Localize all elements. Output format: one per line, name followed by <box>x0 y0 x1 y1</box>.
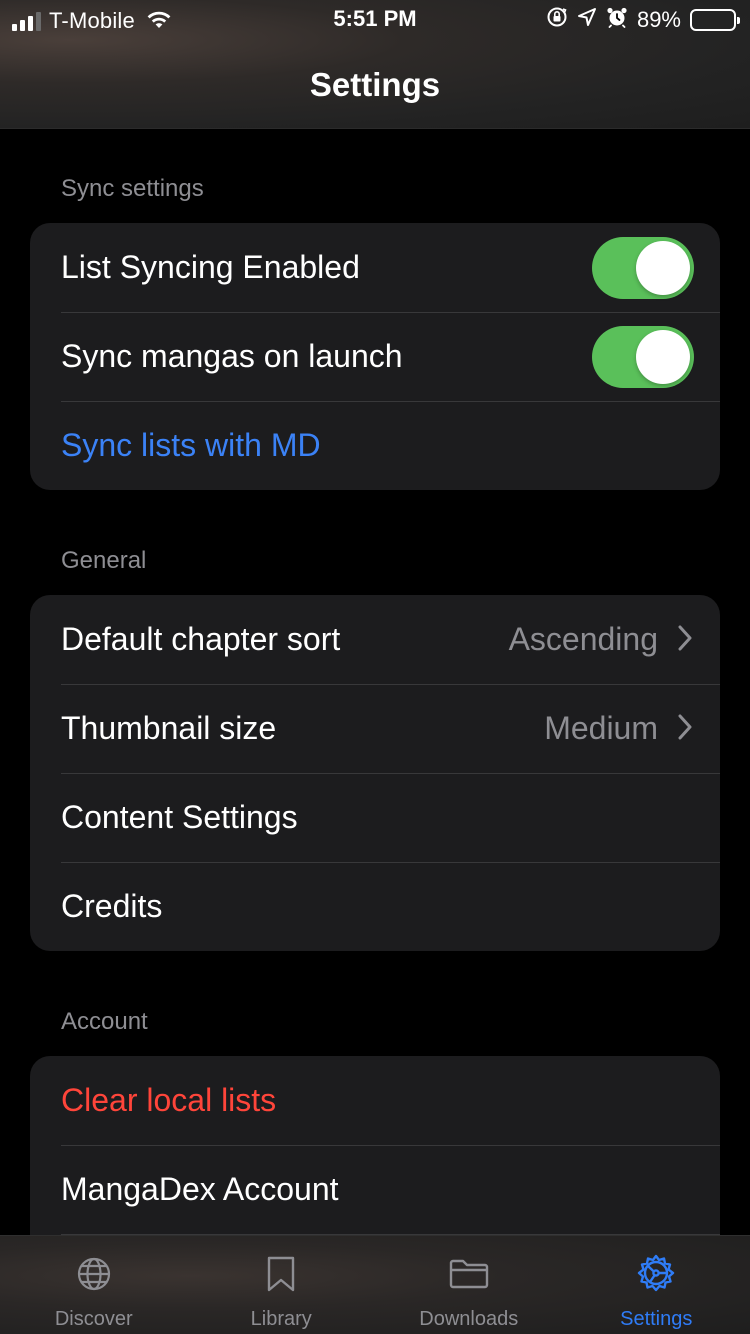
chevron-right-icon <box>678 625 692 656</box>
tab-discover-label: Discover <box>54 1308 133 1330</box>
mangadex-account-row[interactable]: MangaDex Account <box>30 1145 720 1234</box>
tab-downloads-label: Downloads <box>419 1308 519 1330</box>
tab-library-label: Library <box>250 1308 312 1330</box>
screen: T-Mobile 5:51 PM 89% Settings Sync setti… <box>0 0 750 1334</box>
orientation-lock-icon <box>546 6 568 33</box>
sync-on-launch-label: Sync mangas on launch <box>61 338 403 374</box>
section-header-account: Account <box>61 1008 148 1035</box>
location-arrow-icon <box>577 7 597 32</box>
clear-local-lists-label: Clear local lists <box>61 1082 277 1118</box>
status-bar: T-Mobile 5:51 PM 89% <box>0 0 750 40</box>
sync-lists-button[interactable]: Sync lists with MD <box>30 401 720 490</box>
list-syncing-toggle[interactable] <box>592 237 694 299</box>
battery-icon <box>690 8 740 31</box>
content-settings-label: Content Settings <box>61 799 298 835</box>
battery-percentage: 89% <box>636 6 681 32</box>
bookmark-icon <box>266 1254 296 1294</box>
list-syncing-label: List Syncing Enabled <box>61 249 360 285</box>
tab-bar: Discover Library Downloads Settings <box>0 1235 750 1334</box>
status-bar-right: 89% <box>546 6 740 33</box>
sync-settings-group: List Syncing Enabled Sync mangas on laun… <box>30 223 720 490</box>
section-header-sync: Sync settings <box>61 175 204 202</box>
folder-icon <box>448 1254 490 1294</box>
toggle-knob <box>636 241 690 295</box>
settings-list[interactable]: Sync settings List Syncing Enabled Sync … <box>0 129 750 1235</box>
settings-gear-icon <box>636 1254 676 1294</box>
section-header-general: General <box>61 547 147 574</box>
globe-icon <box>76 1254 112 1294</box>
content-settings-row[interactable]: Content Settings <box>30 773 720 862</box>
tab-settings[interactable]: Settings <box>563 1236 750 1334</box>
chapter-sort-label: Default chapter sort <box>61 621 341 657</box>
alarm-clock-icon <box>606 6 628 33</box>
thumbnail-size-row[interactable]: Thumbnail size Medium <box>30 684 720 773</box>
navigation-header: T-Mobile 5:51 PM 89% Settings <box>0 0 750 129</box>
tab-library[interactable]: Library <box>188 1236 376 1334</box>
chevron-right-icon <box>678 714 692 745</box>
tab-discover[interactable]: Discover <box>0 1236 188 1334</box>
sync-on-launch-row: Sync mangas on launch <box>30 312 720 401</box>
chapter-sort-value: Ascending <box>508 621 658 657</box>
chapter-sort-row[interactable]: Default chapter sort Ascending <box>30 595 720 684</box>
sync-lists-label: Sync lists with MD <box>61 427 321 463</box>
tab-settings-label: Settings <box>620 1308 693 1330</box>
credits-row[interactable]: Credits <box>30 862 720 951</box>
account-settings-group: Clear local lists MangaDex Account <box>30 1056 720 1235</box>
thumbnail-size-label: Thumbnail size <box>61 710 277 746</box>
general-settings-group: Default chapter sort Ascending Thumbnail… <box>30 595 720 951</box>
clear-local-lists-button[interactable]: Clear local lists <box>30 1056 720 1145</box>
thumbnail-size-value: Medium <box>544 710 658 746</box>
page-title: Settings <box>309 66 441 103</box>
mangadex-account-label: MangaDex Account <box>61 1171 339 1207</box>
tab-downloads[interactable]: Downloads <box>375 1236 563 1334</box>
sync-on-launch-toggle[interactable] <box>592 326 694 388</box>
credits-label: Credits <box>61 888 163 924</box>
list-syncing-row: List Syncing Enabled <box>30 223 720 312</box>
toggle-knob <box>636 330 690 384</box>
